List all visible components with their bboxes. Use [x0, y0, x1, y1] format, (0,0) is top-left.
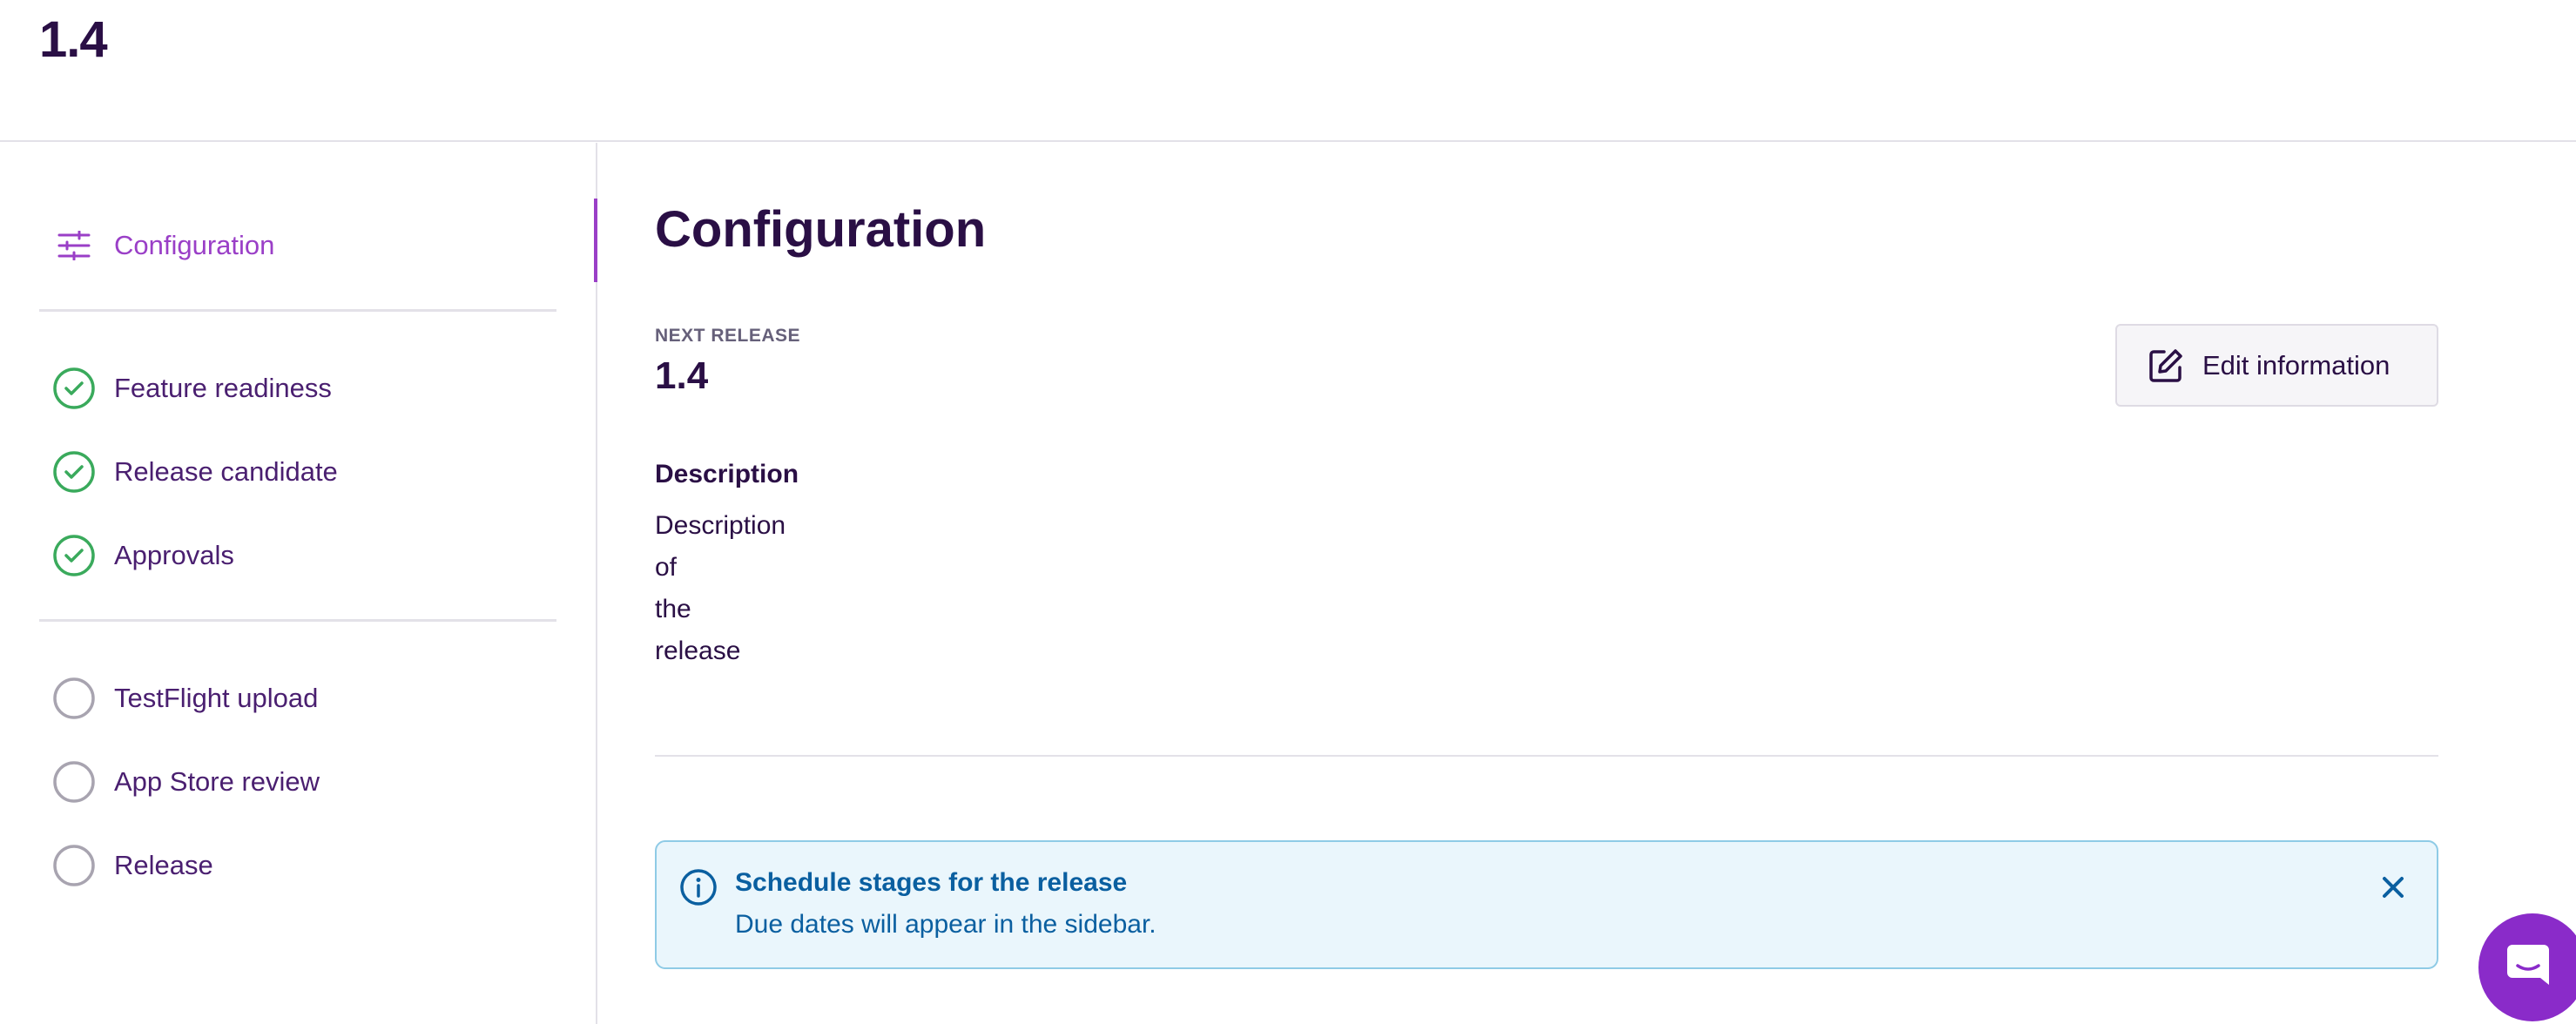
empty-circle-icon: [52, 760, 96, 804]
page-title: Configuration: [655, 201, 987, 258]
sidebar-item-app-store-review[interactable]: App Store review: [39, 751, 558, 813]
edit-information-button[interactable]: Edit information: [2115, 324, 2438, 407]
sidebar-item-testflight-upload[interactable]: TestFlight upload: [39, 667, 558, 730]
sliders-icon: [52, 224, 96, 267]
empty-circle-icon: [52, 844, 96, 887]
check-circle-icon: [52, 534, 96, 577]
empty-circle-icon: [52, 677, 96, 720]
sidebar-item-label: App Store review: [114, 766, 320, 797]
edit-icon: [2147, 347, 2185, 385]
chat-launcher-button[interactable]: [2478, 913, 2576, 1021]
banner-title: Schedule stages for the release: [735, 868, 1128, 897]
active-indicator: [594, 199, 597, 282]
sidebar-item-label: TestFlight upload: [114, 683, 319, 713]
check-circle-icon: [52, 450, 96, 494]
sidebar-item-release[interactable]: Release: [39, 834, 558, 897]
edit-information-label: Edit information: [2202, 349, 2391, 381]
sidebar-item-label: Release: [114, 850, 213, 880]
chat-icon: [2507, 940, 2554, 996]
sidebar-item-approvals[interactable]: Approvals: [39, 524, 558, 587]
banner-subtitle: Due dates will appear in the sidebar.: [735, 910, 1157, 939]
check-circle-icon: [52, 367, 96, 410]
sidebar: Configuration Feature readiness Release …: [0, 143, 597, 1024]
sidebar-item-release-candidate[interactable]: Release candidate: [39, 441, 558, 503]
release-title: 1.4: [39, 11, 108, 68]
sidebar-item-label: Configuration: [114, 230, 275, 260]
sidebar-item-configuration[interactable]: Configuration: [39, 214, 558, 277]
section-divider: [655, 755, 2438, 757]
release-version: 1.4: [655, 354, 709, 397]
sidebar-item-label: Release candidate: [114, 456, 338, 487]
sidebar-item-feature-readiness[interactable]: Feature readiness: [39, 357, 558, 420]
sidebar-divider: [39, 619, 556, 622]
sidebar-divider: [39, 309, 556, 312]
sidebar-item-label: Feature readiness: [114, 373, 332, 403]
close-icon[interactable]: [2376, 870, 2411, 905]
top-bar: 1.4: [0, 0, 2576, 142]
sidebar-item-label: Approvals: [114, 540, 234, 570]
info-banner: Schedule stages for the release Due date…: [655, 840, 2438, 969]
next-release-label: NEXT RELEASE: [655, 326, 801, 346]
description-text: Description of the release: [655, 511, 786, 665]
info-icon: [679, 868, 718, 906]
description-label: Description: [655, 460, 799, 488]
